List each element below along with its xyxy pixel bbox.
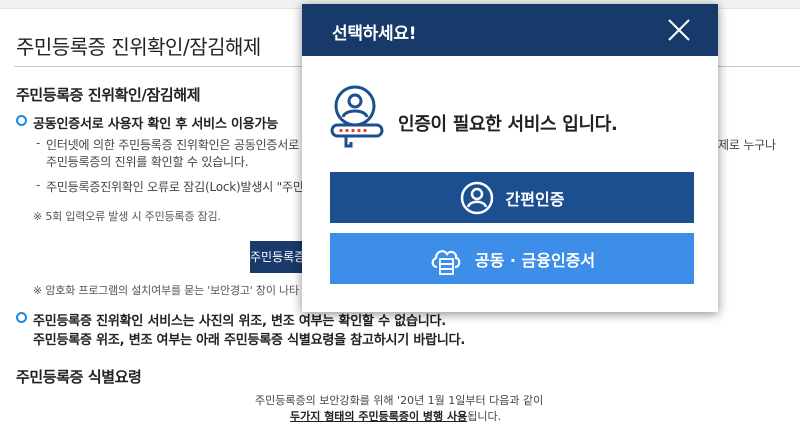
identify-line1: 주민등록증의 보안강화를 위해 '20년 1월 1일부터 다음과 같이 bbox=[255, 394, 544, 407]
identify-line2-tail: 됩니다. bbox=[467, 410, 502, 423]
simple-auth-label: 간편인증 bbox=[505, 189, 565, 209]
notice-text: 인증이 필요한 서비스 입니다. bbox=[398, 114, 618, 135]
dash-mark: - bbox=[36, 178, 41, 192]
section-heading-identify: 주민등록증 식별요령 bbox=[16, 368, 142, 386]
note-lock: ※ 5회 입력오류 발생 시 주민등록증 잠김. bbox=[33, 210, 221, 223]
bullet2-line1: 주민등록증 진위확인 서비스는 사진의 위조, 변조 여부는 확인할 수 없습니… bbox=[33, 314, 446, 329]
cloud-server-icon bbox=[431, 249, 461, 275]
item1-line2: 주민등록증의 진위를 확인할 수 있습니다. bbox=[46, 155, 249, 169]
dash-mark: - bbox=[36, 136, 41, 150]
identify-line2: 두가지 형태의 주민등록증이 병행 사용됩니다. bbox=[290, 408, 501, 424]
modal-header: 선택하세요! bbox=[302, 4, 718, 56]
bullet2-line2: 주민등록증 위조, 변조 여부는 아래 주민등록증 식별요령을 참고하시기 바랍… bbox=[33, 333, 466, 348]
close-icon bbox=[668, 19, 690, 41]
page-title: 주민등록증 진위확인/잠김해제 bbox=[16, 35, 261, 59]
certificate-auth-button[interactable]: 공동 · 금융인증서 bbox=[330, 233, 694, 284]
identify-line2-bold: 두가지 형태의 주민등록증이 병행 사용 bbox=[290, 410, 468, 423]
simple-auth-button[interactable]: 간편인증 bbox=[330, 172, 694, 223]
certificate-auth-label: 공동 · 금융인증서 bbox=[474, 250, 596, 270]
section-heading-verify: 주민등록증 진위확인/잠김해제 bbox=[16, 86, 201, 104]
bullet-text-cert: 공동인증서로 사용자 확인 후 서비스 이용가능 bbox=[33, 117, 279, 132]
bullet-icon bbox=[16, 312, 27, 323]
note-security: ※ 암호화 프로그램의 설치여부를 묻는 '보안경고' 창이 나타 bbox=[33, 284, 299, 297]
auth-select-modal: 선택하세요! 인증이 필요한 서비스 입니다. 간편인증 공동 · 금융인증서 bbox=[302, 4, 718, 312]
user-circle-icon bbox=[460, 181, 493, 214]
close-button[interactable] bbox=[666, 17, 692, 43]
verify-button[interactable]: 주민등록증 진위확인 bbox=[250, 241, 310, 273]
modal-title: 선택하세요! bbox=[332, 24, 417, 44]
user-auth-icon bbox=[330, 85, 384, 148]
item1-line1: 인터넷에 의한 주민등록증 진위확인은 공동인증서로 본인 bbox=[46, 138, 325, 152]
item2-text: 주민등록증진위확인 오류로 잠김(Lock)발생시 "주민등록 bbox=[46, 180, 326, 194]
bullet-icon bbox=[16, 115, 27, 126]
item1-line1-tail: 제로 누구나 bbox=[718, 138, 776, 152]
